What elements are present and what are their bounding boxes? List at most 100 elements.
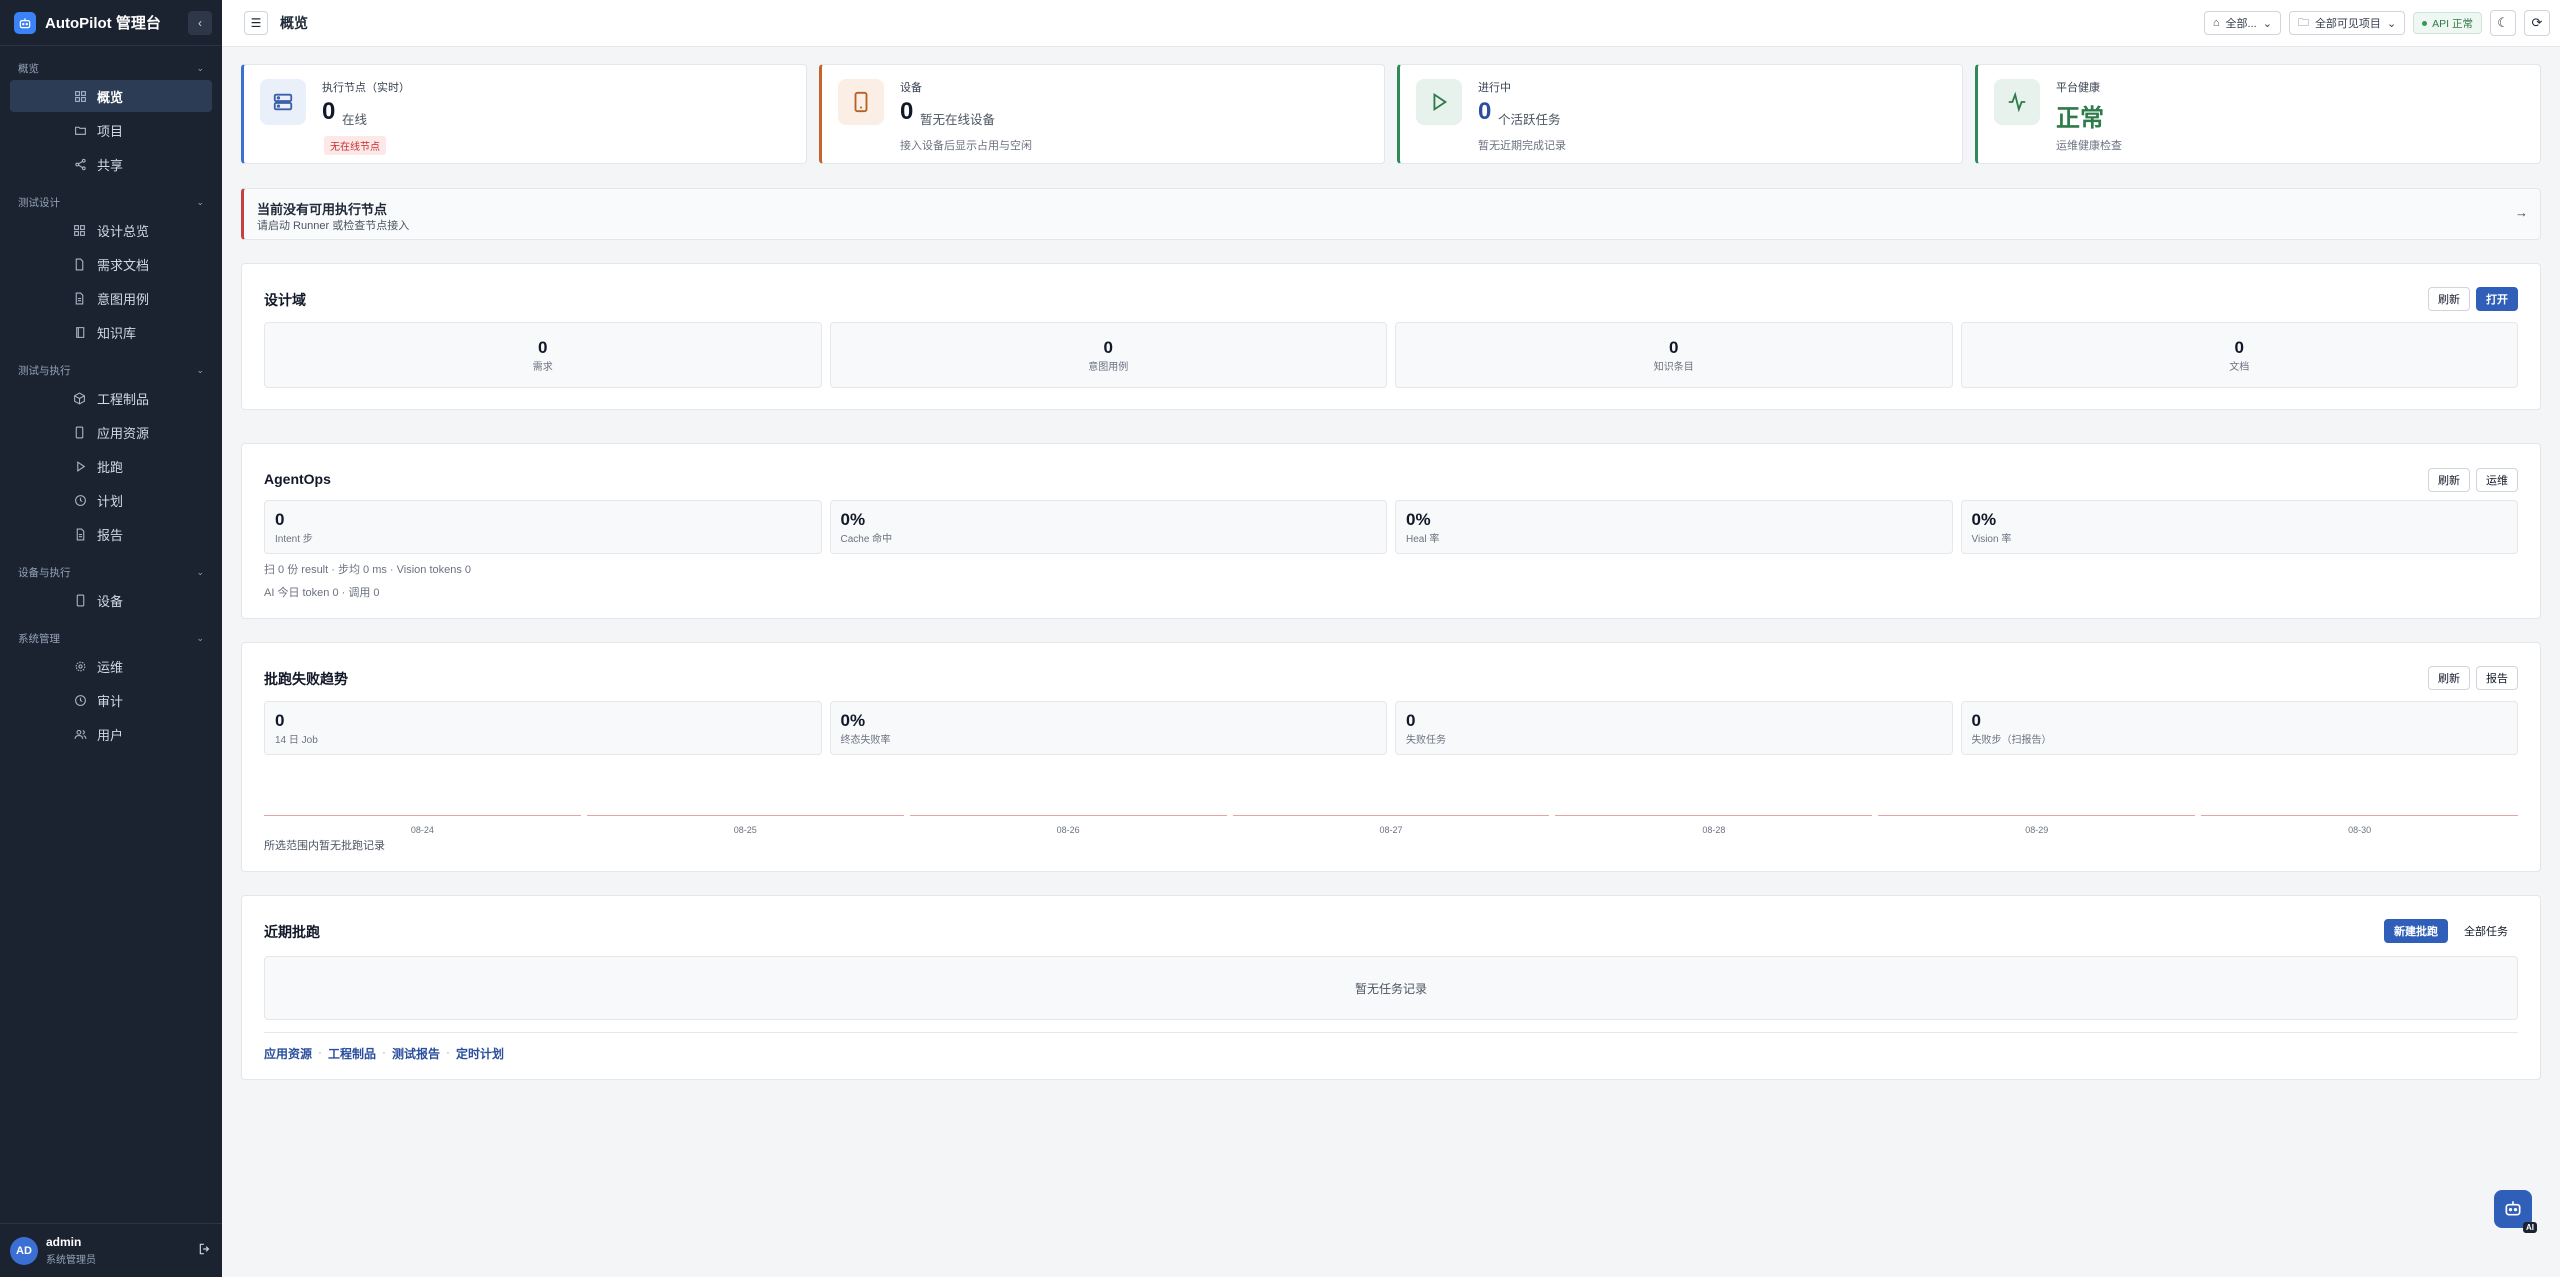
- play-icon: [1416, 79, 1462, 125]
- grid-icon: [73, 223, 87, 237]
- agentops-ops-button[interactable]: 运维: [2476, 468, 2518, 492]
- chevron-down-icon: ⌄: [196, 632, 204, 643]
- trend-bar-line: [586, 815, 904, 816]
- trend-date-label: 08-25: [733, 825, 757, 835]
- logout-icon[interactable]: [198, 1242, 212, 1259]
- sidebar-item-intent-cases[interactable]: 意图用例: [10, 282, 212, 314]
- no-runner-alert[interactable]: 当前没有可用执行节点 请启动 Runner 或检查节点接入 →: [241, 188, 2541, 240]
- chevron-down-icon: ⌄: [196, 62, 204, 73]
- clock-icon: [73, 493, 87, 507]
- refresh-button[interactable]: ⟳: [2524, 10, 2550, 36]
- sidebar-item-knowledge[interactable]: 知识库: [10, 316, 212, 348]
- nav-group-test-exec[interactable]: 测试与执行 ⌄: [0, 360, 222, 380]
- grid-icon: [73, 89, 87, 103]
- user-profile[interactable]: AD admin 系统管理员: [0, 1223, 222, 1277]
- theme-toggle-button[interactable]: ☾: [2490, 10, 2516, 36]
- trend-bar-line: [264, 815, 581, 816]
- status-badge: 无在线节点: [324, 136, 386, 155]
- refresh-icon: ⟳: [2531, 15, 2543, 30]
- metric-tile-cache[interactable]: 0% Cache 命中: [829, 500, 1387, 554]
- link-schedules[interactable]: 定时计划: [456, 1045, 504, 1062]
- metric-tile-vision[interactable]: 0% Vision 率: [1960, 500, 2518, 554]
- stat-card-health[interactable]: 平台健康 正常 运维健康检查: [1975, 64, 2541, 164]
- stat-card-nodes[interactable]: 执行节点（实时） 0 在线 无在线节点: [241, 64, 807, 164]
- sidebar-item-users[interactable]: 用户: [10, 718, 212, 750]
- trend-day-column: 08-24: [264, 813, 581, 835]
- nav-group-devices[interactable]: 设备与执行 ⌄: [0, 562, 222, 582]
- sidebar: AutoPilot 管理台 ‹ 概览 ⌄ 概览 项目 共享 测试设计 ⌄ 设计总览 …: [0, 0, 222, 1277]
- sidebar-item-artifacts[interactable]: 工程制品: [10, 382, 212, 414]
- sidebar-item-projects[interactable]: 项目: [10, 114, 212, 146]
- stat-card-devices[interactable]: 设备 0 暂无在线设备 接入设备后显示占用与空闲: [819, 64, 1385, 164]
- link-artifacts[interactable]: 工程制品: [328, 1045, 376, 1062]
- stat-card-running[interactable]: 进行中 0 个活跃任务 暂无近期完成记录: [1397, 64, 1963, 164]
- trend-day-column: 08-25: [586, 813, 904, 835]
- trend-day-column: 08-30: [2201, 813, 2519, 835]
- link-app-resources[interactable]: 应用资源: [264, 1045, 312, 1062]
- folder-icon: [73, 123, 87, 137]
- chevron-down-icon: ⌄: [196, 364, 204, 375]
- trend-empty-text: 所选范围内暂无批跑记录: [264, 840, 385, 852]
- sidebar-item-batch-runs[interactable]: 批跑: [10, 450, 212, 482]
- box-icon: [73, 391, 87, 405]
- design-refresh-button[interactable]: 刷新: [2428, 287, 2470, 311]
- nav-group-system[interactable]: 系统管理 ⌄: [0, 628, 222, 648]
- metric-tile-requirements[interactable]: 0 需求: [264, 322, 822, 388]
- nav-group-test-design[interactable]: 测试设计 ⌄: [0, 192, 222, 212]
- page-title: 概览: [280, 15, 308, 31]
- metric-tile-fail-rate[interactable]: 0% 终态失败率: [829, 701, 1387, 755]
- sidebar-item-share[interactable]: 共享: [10, 148, 212, 180]
- user-name: admin: [46, 1235, 82, 1249]
- metric-tile-docs[interactable]: 0 文档: [1960, 322, 2518, 388]
- file-text-icon: [73, 527, 87, 541]
- sidebar-item-reports[interactable]: 报告: [10, 518, 212, 550]
- collapse-sidebar-button[interactable]: ‹: [188, 10, 212, 35]
- all-tasks-button[interactable]: 全部任务: [2454, 919, 2518, 943]
- failure-trend-panel: 批跑失败趋势 刷新 报告 0 14 日 Job 0% 终态失败率 0 失败任务 0 失败…: [241, 642, 2541, 872]
- smartphone-icon: [73, 593, 87, 607]
- sidebar-item-overview[interactable]: 概览: [10, 80, 212, 112]
- nav-group-overview[interactable]: 概览 ⌄: [0, 58, 222, 78]
- metric-tile-intent[interactable]: 0 Intent 步: [264, 500, 822, 554]
- status-dot-icon: [2422, 20, 2428, 26]
- sidebar-item-devices[interactable]: 设备: [10, 584, 212, 616]
- trend-bar-line: [1878, 815, 2196, 816]
- sidebar-item-plans[interactable]: 计划: [10, 484, 212, 516]
- home-icon: ⌂: [2212, 17, 2220, 29]
- sidebar-item-design-overview[interactable]: 设计总览: [10, 214, 212, 246]
- sidebar-item-audit[interactable]: 审计: [10, 684, 212, 716]
- trend-refresh-button[interactable]: 刷新: [2428, 666, 2470, 690]
- empty-task-list: 暂无任务记录: [264, 956, 2518, 1020]
- metric-tile-heal[interactable]: 0% Heal 率: [1395, 500, 1953, 554]
- design-domain-panel: 设计域 刷新 打开 0 需求 0 意图用例 0 知识条目 0 文档: [241, 263, 2541, 410]
- moon-icon: ☾: [2497, 15, 2509, 30]
- trend-report-button[interactable]: 报告: [2476, 666, 2518, 690]
- sidebar-item-requirements[interactable]: 需求文档: [10, 248, 212, 280]
- sidebar-item-app-resources[interactable]: 应用资源: [10, 416, 212, 448]
- folder-icon: 🗀: [2297, 16, 2309, 29]
- arrow-right-icon[interactable]: →: [2515, 205, 2528, 220]
- metric-tile-knowledge[interactable]: 0 知识条目: [1395, 322, 1953, 388]
- ai-assistant-button[interactable]: AI: [2494, 1190, 2537, 1233]
- chevron-down-icon: ⌄: [196, 196, 204, 207]
- project-select[interactable]: 🗀 全部可见项目 ⌄: [2288, 11, 2406, 35]
- workspace-select[interactable]: ⌂ 全部... ⌄: [2203, 11, 2281, 35]
- design-open-button[interactable]: 打开: [2476, 287, 2518, 311]
- server-icon: [260, 79, 306, 125]
- metric-tile-jobs[interactable]: 0 14 日 Job: [264, 701, 822, 755]
- top-bar: ☰ 概览 ⌂ 全部... ⌄ 🗀 全部可见项目 ⌄ API 正常 ☾ ⟳: [222, 0, 2560, 47]
- metric-tile-failed-tasks[interactable]: 0 失败任务: [1395, 701, 1953, 755]
- menu-toggle-button[interactable]: ☰: [244, 11, 268, 35]
- chevron-down-icon: ⌄: [2262, 17, 2272, 30]
- new-batch-run-button[interactable]: 新建批跑: [2384, 919, 2448, 943]
- smartphone-icon: [73, 425, 87, 439]
- metric-tile-failed-steps[interactable]: 0 失败步（扫报告）: [1960, 701, 2518, 755]
- metric-tile-intent-cases[interactable]: 0 意图用例: [829, 322, 1387, 388]
- robot-logo-icon: [14, 11, 36, 34]
- agentops-refresh-button[interactable]: 刷新: [2428, 468, 2470, 492]
- trend-date-label: 08-30: [2348, 825, 2372, 835]
- trend-date-label: 08-26: [1056, 825, 1080, 835]
- sidebar-item-ops[interactable]: 运维: [10, 650, 212, 682]
- link-test-reports[interactable]: 测试报告: [392, 1045, 440, 1062]
- users-icon: [73, 727, 87, 741]
